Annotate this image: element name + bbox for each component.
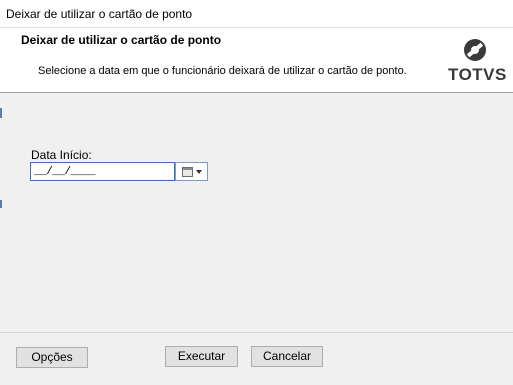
cancel-button[interactable]: Cancelar: [251, 346, 323, 367]
date-picker-button[interactable]: [175, 162, 208, 181]
title-bar: Deixar de utilizar o cartão de ponto: [0, 0, 513, 28]
totvs-logo-icon: [464, 39, 486, 61]
footer-divider: [0, 332, 513, 333]
calendar-icon: [182, 167, 193, 177]
dialog-header: Deixar de utilizar o cartão de ponto Sel…: [0, 28, 513, 93]
options-button[interactable]: Opções: [16, 347, 88, 368]
window-title: Deixar de utilizar o cartão de ponto: [6, 7, 193, 21]
chevron-down-icon: [196, 170, 202, 174]
background-window-edge: [0, 108, 3, 238]
date-start-label: Data Início:: [31, 148, 92, 162]
totvs-logo: TOTVS: [448, 37, 507, 85]
execute-button[interactable]: Executar: [165, 346, 238, 367]
date-start-input[interactable]: __/__/____: [30, 162, 175, 181]
dialog-subtitle: Selecione a data em que o funcionário de…: [38, 65, 407, 77]
dialog-heading: Deixar de utilizar o cartão de ponto: [21, 33, 222, 47]
totvs-logo-text: TOTVS: [448, 65, 507, 84]
